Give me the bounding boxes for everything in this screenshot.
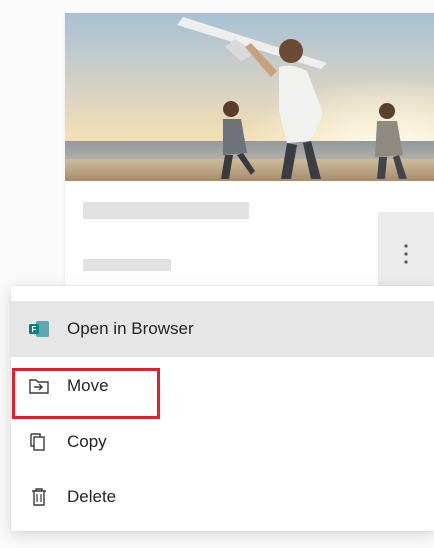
vertical-ellipsis-icon	[404, 244, 408, 264]
menu-item-label: Open in Browser	[67, 319, 194, 338]
menu-item-open-in-browser[interactable]: F Open in Browser	[11, 301, 434, 357]
menu-item-label: Delete	[67, 487, 117, 506]
copy-icon	[28, 432, 50, 452]
file-thumbnail	[65, 13, 434, 181]
file-subtitle-placeholder	[83, 259, 171, 271]
trash-icon	[28, 487, 50, 507]
menu-item-label: Copy	[67, 432, 107, 451]
svg-text:F: F	[32, 325, 37, 334]
menu-item-delete[interactable]: Delete	[11, 469, 434, 525]
menu-item-copy[interactable]: Copy	[11, 414, 434, 470]
file-card[interactable]	[65, 13, 434, 313]
move-highlight-box	[12, 368, 160, 419]
file-title-placeholder	[83, 202, 249, 219]
teams-forms-icon: F	[28, 319, 50, 339]
